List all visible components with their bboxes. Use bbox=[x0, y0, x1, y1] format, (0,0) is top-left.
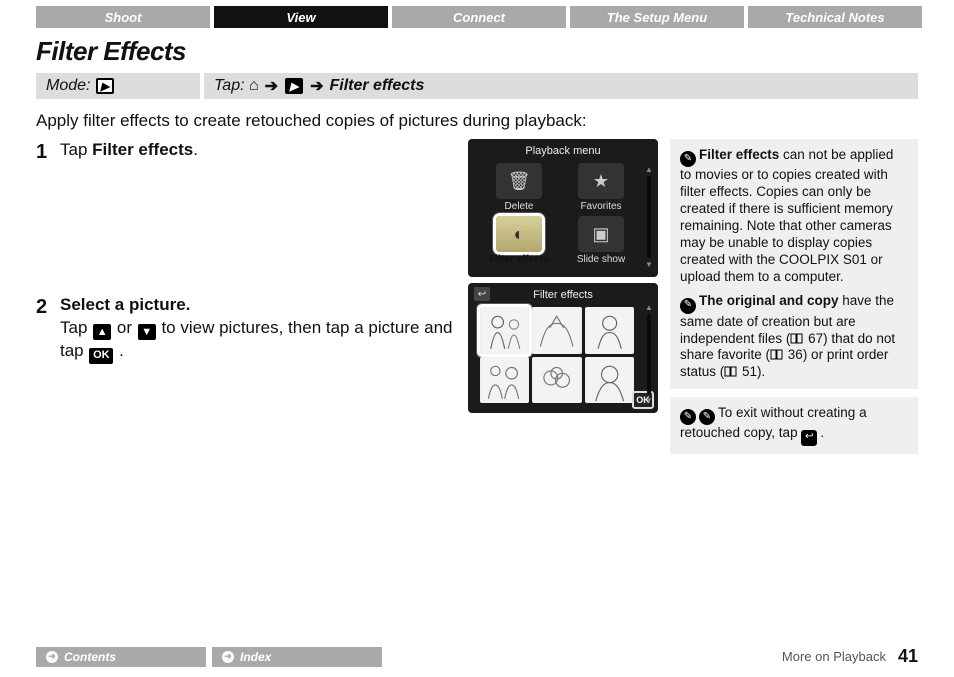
menu-item-favorites: ★ Favorites bbox=[562, 163, 640, 212]
step-head-suffix: . bbox=[193, 140, 198, 159]
screenshot-playback-menu: Playback menu 🗑 Delete ★ Favorites ◐ Fil… bbox=[468, 139, 658, 277]
menu-item-label: Favorites bbox=[580, 201, 621, 212]
menu-item-label: Slide show bbox=[577, 254, 625, 265]
filter-icon: ◐ bbox=[496, 216, 542, 252]
step-1: 1 Tap Filter effects. bbox=[36, 139, 456, 166]
page-number: 41 bbox=[898, 646, 918, 667]
pencil-icon: ✎ bbox=[680, 298, 696, 314]
footer-link-label: Contents bbox=[64, 650, 116, 664]
tap-target: Filter effects bbox=[329, 77, 424, 95]
footer-link-contents[interactable]: ➜ Contents bbox=[36, 647, 206, 667]
arrow-icon: ➔ bbox=[265, 76, 278, 96]
slideshow-icon: ▣ bbox=[578, 216, 624, 252]
menu-item-slide-show: ▣ Slide show bbox=[562, 216, 640, 265]
tab-view[interactable]: View bbox=[214, 6, 388, 28]
menu-item-filter-effects: ◐ Filter effects bbox=[480, 216, 558, 265]
top-tabs: Shoot View Connect The Setup Menu Techni… bbox=[36, 0, 918, 28]
menu-item-label: Delete bbox=[505, 201, 534, 212]
step-head-bold: Select a picture. bbox=[60, 294, 456, 317]
footer-link-index[interactable]: ➜ Index bbox=[212, 647, 382, 667]
playback-mode-icon: ▶ bbox=[96, 78, 114, 94]
step-text: . bbox=[119, 341, 124, 360]
thumbnail bbox=[532, 357, 581, 404]
intro-text: Apply filter effects to create retouched… bbox=[36, 111, 918, 131]
scroll-down-icon: ▼ bbox=[645, 396, 653, 405]
scroll-up-icon: ▲ bbox=[645, 303, 653, 312]
tab-technical-notes[interactable]: Technical Notes bbox=[748, 6, 922, 28]
chapter-name: More on Playback bbox=[782, 649, 886, 664]
thumbnail bbox=[585, 307, 634, 354]
thumbnail bbox=[480, 357, 529, 404]
thumbnail-selected bbox=[480, 307, 529, 354]
tab-connect[interactable]: Connect bbox=[392, 6, 566, 28]
scroll-down-icon: ▼ bbox=[645, 260, 653, 269]
scroll-up-icon: ▲ bbox=[645, 165, 653, 174]
pencil-icon: ✎ bbox=[680, 409, 696, 425]
page-title: Filter Effects bbox=[36, 36, 918, 67]
playback-menu-icon: ▶ bbox=[285, 78, 303, 94]
tap-label: Tap: bbox=[214, 77, 245, 95]
step-head-prefix: Tap bbox=[60, 140, 92, 159]
arrow-icon: ➔ bbox=[310, 76, 323, 96]
step-head-bold: Filter effects bbox=[92, 140, 193, 159]
tab-setup-menu[interactable]: The Setup Menu bbox=[570, 6, 744, 28]
note-box: ✎✎To exit without creating a retouched c… bbox=[670, 397, 918, 454]
step-text: Tap bbox=[60, 318, 92, 337]
menu-item-label: Filter effects bbox=[489, 254, 548, 265]
screenshot-title: Filter effects bbox=[472, 289, 654, 301]
step-2: 2 Select a picture. Tap ▲ or ▼ to view p… bbox=[36, 294, 456, 364]
pencil-icon: ✎ bbox=[680, 151, 696, 167]
screenshot-filter-effects: ↩ Filter effects bbox=[468, 283, 658, 413]
trash-icon: 🗑 bbox=[496, 163, 542, 199]
footer-link-label: Index bbox=[240, 650, 271, 664]
arrow-circle-icon: ➜ bbox=[46, 651, 58, 663]
mode-bar: Mode: ▶ bbox=[36, 73, 200, 99]
thumbnail bbox=[585, 357, 634, 404]
pencil-icon: ✎ bbox=[699, 409, 715, 425]
scrollbar: ▲ ▼ bbox=[646, 303, 652, 405]
tab-shoot[interactable]: Shoot bbox=[36, 6, 210, 28]
ok-icon: OK bbox=[89, 348, 113, 364]
note-box: ✎Filter effects can not be applied to mo… bbox=[670, 139, 918, 389]
back-icon: ↩ bbox=[474, 287, 490, 301]
screenshot-title: Playback menu bbox=[472, 145, 654, 157]
step-number: 1 bbox=[36, 139, 54, 166]
up-icon: ▲ bbox=[93, 324, 111, 340]
thumbnail bbox=[532, 307, 581, 354]
step-text: or bbox=[117, 318, 137, 337]
step-number: 2 bbox=[36, 294, 54, 364]
mode-label: Mode: bbox=[46, 77, 90, 95]
menu-item-delete: 🗑 Delete bbox=[480, 163, 558, 212]
scrollbar: ▲ ▼ bbox=[646, 165, 652, 269]
home-icon: ⌂ bbox=[249, 77, 259, 95]
back-icon: ↩ bbox=[801, 430, 817, 446]
arrow-circle-icon: ➜ bbox=[222, 651, 234, 663]
star-icon: ★ bbox=[578, 163, 624, 199]
tap-path-bar: Tap: ⌂ ➔ ▶ ➔ Filter effects bbox=[204, 73, 918, 99]
down-icon: ▼ bbox=[138, 324, 156, 340]
